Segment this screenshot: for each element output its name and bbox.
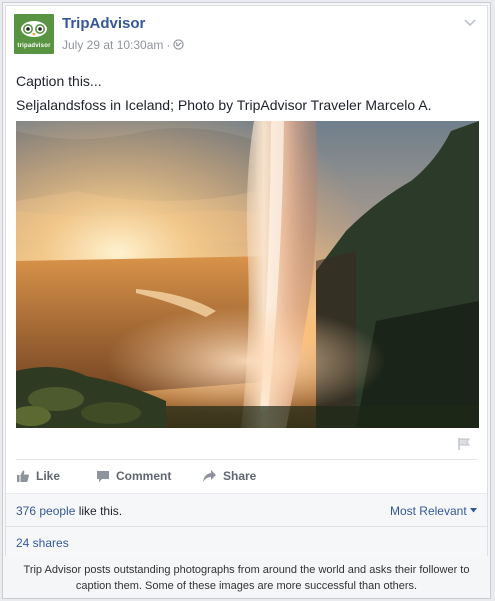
- post-meta: July 29 at 10:30am ·: [62, 38, 185, 52]
- caret-down-icon: [470, 508, 477, 513]
- comment-label: Comment: [116, 469, 172, 483]
- share-arrow-icon: [203, 470, 216, 482]
- page-avatar[interactable]: tripadvisor: [14, 14, 54, 54]
- like-label: Like: [36, 469, 61, 483]
- shares-count-link[interactable]: 24 shares: [16, 536, 69, 550]
- post-caption-line-2: Seljalandsfoss in Iceland; Photo by Trip…: [16, 97, 432, 113]
- thumbs-up-icon: [17, 470, 29, 482]
- like-button[interactable]: Like: [16, 466, 60, 486]
- share-button[interactable]: Share: [202, 466, 256, 486]
- post-timestamp[interactable]: July 29 at 10:30am: [62, 38, 163, 52]
- likes-count-link[interactable]: 376 people: [16, 504, 75, 518]
- post-caption-line-1: Caption this...: [16, 73, 102, 89]
- comment-icon: [97, 471, 109, 482]
- meta-separator: ·: [166, 38, 171, 52]
- shares-bar: 24 shares: [6, 526, 487, 557]
- waterfall-photo: [16, 121, 479, 428]
- owl-logo-icon: [21, 21, 47, 37]
- likes-summary-bar: 376 people like this. Most Relevant: [6, 493, 487, 527]
- screenshot-frame: tripadvisor TripAdvisor July 29 at 10:30…: [2, 2, 491, 599]
- page-name-link[interactable]: TripAdvisor: [62, 15, 145, 32]
- facebook-post: tripadvisor TripAdvisor July 29 at 10:30…: [5, 5, 488, 557]
- sort-label: Most Relevant: [389, 504, 467, 518]
- likes-summary: 376 people like this.: [16, 504, 122, 518]
- flag-icon[interactable]: [457, 437, 471, 451]
- globe-icon[interactable]: [173, 39, 185, 50]
- avatar-wordmark: tripadvisor: [17, 43, 51, 49]
- likes-suffix: like this.: [75, 504, 123, 518]
- figure-caption: Trip Advisor posts outstanding photograp…: [23, 564, 470, 592]
- share-label: Share: [223, 469, 257, 483]
- post-photo[interactable]: [16, 121, 479, 428]
- post-actions-bar: Like Comment Share: [16, 459, 477, 492]
- chevron-down-icon[interactable]: [463, 18, 477, 28]
- post-header: tripadvisor TripAdvisor July 29 at 10:30…: [14, 14, 479, 58]
- comment-sort-dropdown[interactable]: Most Relevant: [390, 504, 477, 518]
- comment-button[interactable]: Comment: [96, 466, 171, 486]
